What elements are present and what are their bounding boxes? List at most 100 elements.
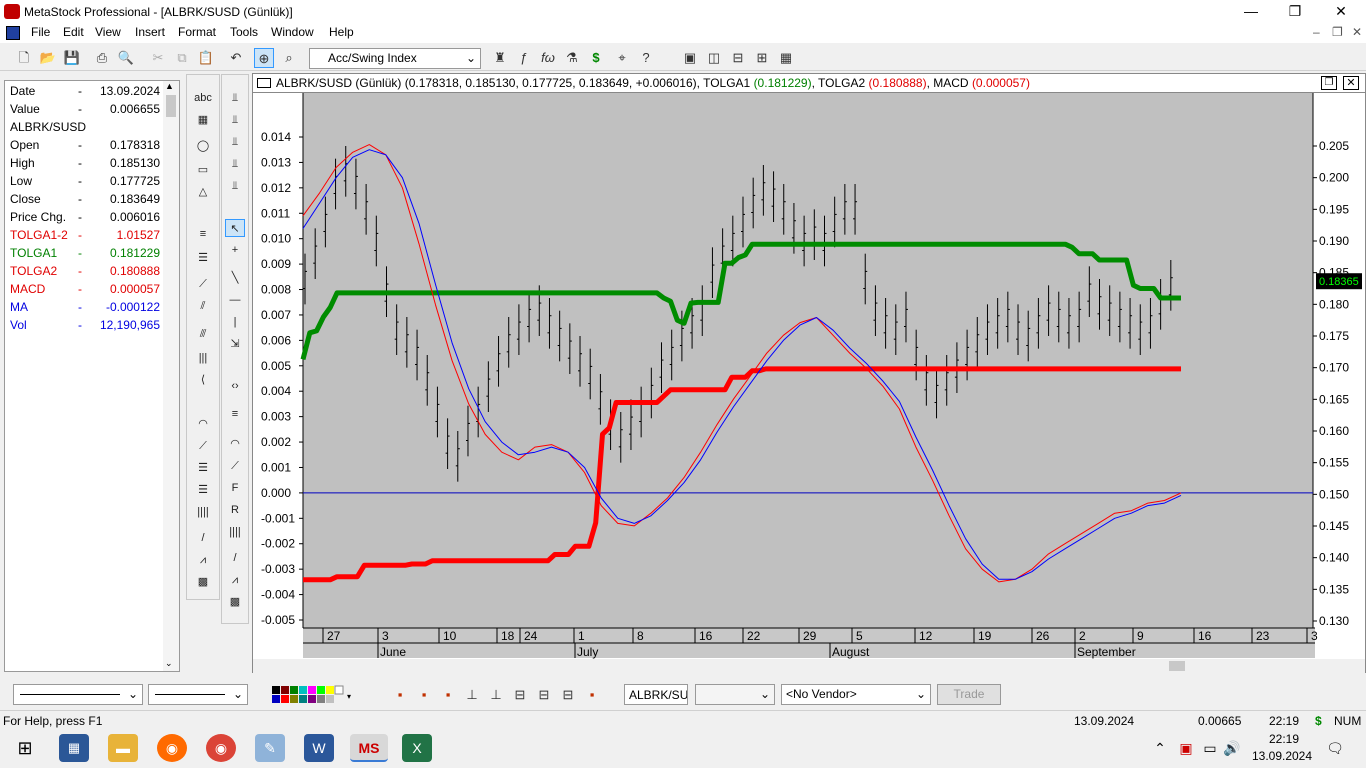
cycle-lines-icon[interactable]: ||| bbox=[193, 349, 213, 367]
triangle-tool-icon[interactable]: △ bbox=[193, 183, 213, 201]
indicator-select[interactable]: Acc/Swing Index ⌄ bbox=[309, 48, 481, 69]
undo-icon[interactable]: ↶ bbox=[226, 48, 246, 68]
retracement-icon[interactable]: ☰ bbox=[193, 459, 213, 477]
menu-view[interactable]: View bbox=[95, 25, 121, 39]
gann-grid-icon[interactable]: ▩ bbox=[193, 573, 213, 591]
paste-icon[interactable]: 📋 bbox=[196, 48, 216, 68]
close-button[interactable]: ✕ bbox=[1318, 0, 1364, 23]
calculator-icon[interactable]: ▦ bbox=[59, 734, 89, 762]
scroll-down-icon[interactable]: ⌄ bbox=[165, 658, 173, 669]
windows-start-icon[interactable]: ⊞ bbox=[10, 734, 40, 762]
arc-icon[interactable]: ⟨ bbox=[193, 371, 213, 389]
print-icon[interactable]: ⎙ bbox=[92, 48, 112, 68]
menu-tools[interactable]: Tools bbox=[230, 25, 258, 39]
chart-style-icon-3[interactable]: ▪ bbox=[438, 685, 458, 705]
chart-style-icon-5[interactable]: ⊥ bbox=[486, 685, 506, 705]
line-tool-icon[interactable]: ╲ bbox=[225, 269, 245, 287]
tile-vertical-icon[interactable]: ◫ bbox=[704, 48, 724, 68]
rectangle-tool-icon[interactable]: ▭ bbox=[193, 161, 213, 179]
paint-icon[interactable]: ✎ bbox=[255, 734, 285, 762]
hline-tool-icon[interactable]: — bbox=[225, 291, 245, 309]
mdi-minimize-icon[interactable]: – bbox=[1313, 25, 1320, 39]
parallel-tool-icon[interactable]: ⇲ bbox=[225, 335, 245, 353]
dollar-icon[interactable]: $ bbox=[586, 48, 606, 68]
fib-arcs-icon[interactable]: ◠ bbox=[193, 415, 213, 433]
menu-file[interactable]: File bbox=[31, 25, 50, 39]
line-weight-select[interactable]: ⌄ bbox=[148, 684, 248, 705]
menu-format[interactable]: Format bbox=[178, 25, 216, 39]
crosshair-icon[interactable]: ⊕ bbox=[254, 48, 274, 68]
menu-insert[interactable]: Insert bbox=[135, 25, 165, 39]
indicator-builder-icon[interactable]: ƒ bbox=[514, 48, 534, 68]
period-select[interactable]: ⌄ bbox=[695, 684, 775, 705]
window-cascade-icon[interactable]: ▣ bbox=[680, 48, 700, 68]
fan2-icon[interactable]: ⟋ bbox=[225, 457, 245, 475]
chart-style-icon-9[interactable]: ▪ bbox=[582, 685, 602, 705]
symbol-input[interactable] bbox=[624, 684, 688, 705]
formula-icon[interactable]: fω bbox=[538, 48, 558, 68]
ellipse-tool-icon[interactable]: ◯ bbox=[193, 137, 213, 155]
file-explorer-icon[interactable]: ▬ bbox=[108, 734, 138, 762]
label-tool-icon[interactable]: ≡ bbox=[193, 225, 213, 243]
fib-icon[interactable]: F bbox=[225, 479, 245, 497]
save-icon[interactable]: 💾 bbox=[62, 48, 82, 68]
excel-icon[interactable]: X bbox=[402, 734, 432, 762]
new-icon[interactable]: 🗋 bbox=[14, 48, 34, 68]
channel-icon[interactable]: ≡ bbox=[225, 405, 245, 423]
metastock-taskbar-icon[interactable]: MS bbox=[350, 734, 388, 762]
battery-icon[interactable]: ▭ bbox=[1200, 734, 1220, 762]
menu-window[interactable]: Window bbox=[271, 25, 314, 39]
menu-edit[interactable]: Edit bbox=[63, 25, 84, 39]
andrews-icon[interactable]: ⩘ bbox=[193, 551, 213, 569]
menu-help[interactable]: Help bbox=[329, 25, 354, 39]
bars3-icon[interactable]: ⫫ bbox=[225, 177, 245, 195]
minimize-button[interactable]: — bbox=[1228, 0, 1274, 23]
chart-style-icon-8[interactable]: ⊟ bbox=[558, 685, 578, 705]
bars-icon[interactable]: ⫫ bbox=[225, 133, 245, 151]
sell-arrow-icon[interactable]: ⫫ bbox=[225, 111, 245, 129]
mdi-close-icon[interactable]: ✕ bbox=[1352, 25, 1362, 39]
price-chart[interactable]: 0.014 0.013 0.012 0.011 0.010 0.009 0.008 0.007… bbox=[253, 93, 1365, 673]
tray-app-icon[interactable]: ▣ bbox=[1176, 734, 1196, 762]
gann-fan-icon[interactable]: ⟋ bbox=[193, 437, 213, 455]
tile-horizontal-icon[interactable]: ⊟ bbox=[728, 48, 748, 68]
scroll-up-icon[interactable]: ▲ bbox=[165, 81, 174, 91]
trade-button[interactable]: Trade bbox=[937, 684, 1001, 705]
explorer-icon[interactable]: ⌖ bbox=[612, 48, 632, 68]
tirone-icon[interactable]: ☰ bbox=[193, 481, 213, 499]
step-icon[interactable]: ‹› bbox=[225, 377, 245, 395]
copy-icon[interactable]: ⧉ bbox=[172, 48, 192, 68]
tile-grid-icon[interactable]: ⊞ bbox=[752, 48, 772, 68]
layout-icon[interactable]: ▦ bbox=[776, 48, 796, 68]
grid-tool-icon[interactable]: ▦ bbox=[193, 111, 213, 129]
arcs-icon[interactable]: ◠ bbox=[225, 435, 245, 453]
data-window-scrollbar[interactable]: ▲ ⌄ bbox=[163, 81, 179, 671]
line-style-select[interactable]: ⌄ bbox=[13, 684, 143, 705]
cut-icon[interactable]: ✂ bbox=[148, 48, 168, 68]
trendline-icon[interactable]: / bbox=[193, 529, 213, 547]
chart-close-button[interactable]: ✕ bbox=[1343, 76, 1359, 90]
notifications-icon[interactable]: 🗨 bbox=[1320, 734, 1350, 762]
cycles-icon[interactable]: |||| bbox=[225, 523, 245, 541]
fan-icon[interactable]: ⫽ bbox=[193, 297, 213, 315]
word-icon[interactable]: W bbox=[304, 734, 334, 762]
bars2-icon[interactable]: ⫫ bbox=[225, 155, 245, 173]
mdi-restore-icon[interactable]: ❐ bbox=[1332, 25, 1343, 39]
tray-chevron-icon[interactable]: ⌃ bbox=[1150, 734, 1170, 762]
chart-style-icon-2[interactable]: ▪ bbox=[414, 685, 434, 705]
help-pointer-icon[interactable]: ? bbox=[636, 48, 656, 68]
chart-style-icon-4[interactable]: ⊥ bbox=[462, 685, 482, 705]
zoom-icon[interactable]: ⌕ bbox=[279, 48, 299, 68]
volume-icon[interactable]: 🔊 bbox=[1222, 734, 1242, 762]
buy-arrow-icon[interactable]: ⫫ bbox=[225, 89, 245, 107]
line2-icon[interactable]: / bbox=[225, 549, 245, 567]
open-icon[interactable]: 📂 bbox=[38, 48, 58, 68]
text-block-icon[interactable]: ☰ bbox=[193, 249, 213, 267]
ruler-icon[interactable]: ⟋ bbox=[193, 275, 213, 293]
expert-icon[interactable]: ♜ bbox=[490, 48, 510, 68]
restore-button[interactable]: ❐ bbox=[1272, 0, 1318, 23]
speed-lines-icon[interactable]: ⫻ bbox=[193, 325, 213, 343]
doc-icon[interactable] bbox=[6, 26, 20, 40]
firefox-icon[interactable]: ◉ bbox=[157, 734, 187, 762]
print-preview-icon[interactable]: 🔍 bbox=[116, 48, 136, 68]
